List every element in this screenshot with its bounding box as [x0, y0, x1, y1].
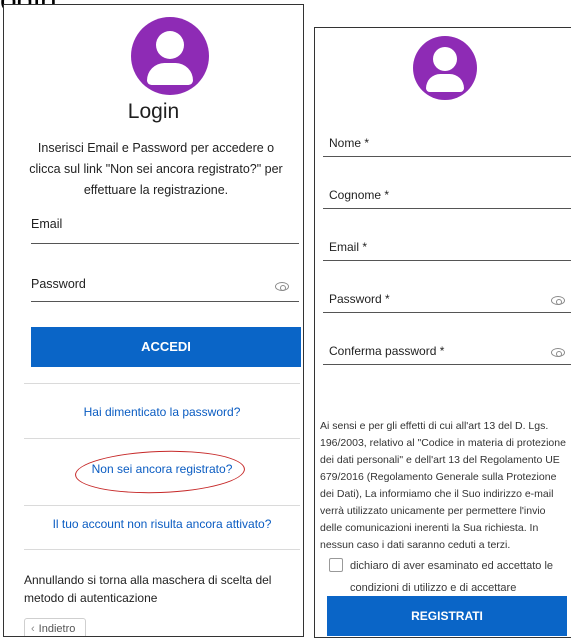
surname-field[interactable]: [323, 184, 571, 208]
privacy-notice-text: Ai sensi e per gli effetti di cui all'ar…: [320, 420, 566, 551]
name-field[interactable]: [323, 132, 571, 156]
divider: [24, 438, 300, 439]
avatar-head-shape: [156, 31, 184, 59]
user-avatar-icon: [131, 17, 209, 95]
password-field-underline: [31, 301, 299, 302]
email-field-underline: [323, 260, 571, 261]
avatar-head-shape: [433, 47, 457, 71]
login-panel: Login Inserisci Email e Password per acc…: [3, 4, 304, 637]
chevron-left-icon: ‹: [31, 623, 35, 635]
email-field[interactable]: [31, 213, 299, 243]
registration-password-field[interactable]: [323, 288, 543, 312]
login-title: Login: [127, 100, 180, 123]
name-field-underline: [323, 156, 571, 157]
show-password-eye-icon[interactable]: [551, 296, 565, 305]
divider: [24, 549, 300, 550]
register-submit-button[interactable]: REGISTRATI: [327, 596, 567, 636]
user-avatar-icon: [413, 36, 477, 100]
password-field[interactable]: [31, 273, 271, 301]
password-field-underline: [323, 312, 571, 313]
login-submit-button[interactable]: ACCEDI: [31, 327, 301, 367]
cancel-note-text: Annullando si torna alla maschera di sce…: [24, 573, 272, 605]
divider: [24, 505, 300, 506]
account-not-activated-link[interactable]: Il tuo account non risulta ancora attiva…: [24, 517, 300, 531]
back-button-label: Indietro: [38, 623, 76, 635]
login-intro-text: Inserisci Email e Password per accedere …: [29, 141, 283, 197]
consent-checkbox[interactable]: [329, 558, 343, 572]
avatar-body-shape: [426, 74, 464, 92]
back-button[interactable]: ‹ Indietro: [24, 618, 86, 636]
screenshot-canvas: ogin Login Inserisci Email e Password pe…: [0, 0, 571, 638]
show-password-eye-icon[interactable]: [275, 282, 289, 291]
confirm-password-field[interactable]: [323, 340, 543, 364]
divider: [24, 383, 300, 384]
email-field-underline: [31, 243, 299, 244]
registration-email-field[interactable]: [323, 236, 571, 260]
surname-field-underline: [323, 208, 571, 209]
forgot-password-link[interactable]: Hai dimenticato la password?: [24, 405, 300, 419]
red-annotation-circle: [74, 448, 246, 496]
confirm-password-field-underline: [323, 364, 571, 365]
show-confirm-password-eye-icon[interactable]: [551, 348, 565, 357]
avatar-body-shape: [147, 63, 193, 85]
registration-panel: Nome * Cognome * Email * Password * Conf…: [314, 27, 571, 638]
